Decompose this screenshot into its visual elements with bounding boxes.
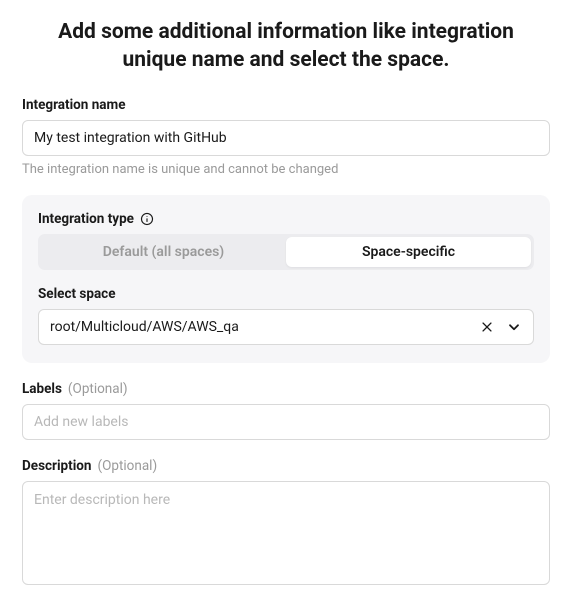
labels-label: Labels (Optional): [22, 381, 550, 397]
select-space-label: Select space: [38, 286, 534, 302]
segment-default-all-spaces[interactable]: Default (all spaces): [41, 237, 286, 267]
integration-type-panel: Integration type Default (all spaces) Sp…: [22, 195, 550, 363]
info-icon[interactable]: [140, 212, 154, 226]
description-label-text: Description: [22, 458, 91, 474]
page-heading: Add some additional information like int…: [22, 18, 550, 75]
description-optional: (Optional): [97, 458, 157, 474]
integration-type-label-text: Integration type: [38, 211, 134, 227]
integration-type-segmented: Default (all spaces) Space-specific: [38, 234, 534, 270]
close-icon[interactable]: [480, 320, 494, 334]
labels-section: Labels (Optional): [22, 381, 550, 440]
integration-name-help: The integration name is unique and canno…: [22, 162, 550, 177]
labels-optional: (Optional): [68, 381, 128, 397]
description-section: Description (Optional): [22, 458, 550, 589]
integration-type-label: Integration type: [38, 211, 534, 227]
labels-label-text: Labels: [22, 381, 62, 397]
description-label: Description (Optional): [22, 458, 550, 474]
select-space-value: root/Multicloud/AWS/AWS_qa: [50, 319, 480, 335]
integration-name-section: Integration name The integration name is…: [22, 97, 550, 177]
select-space-icons: [480, 319, 522, 335]
integration-name-input[interactable]: [22, 120, 550, 156]
labels-input[interactable]: [22, 404, 550, 440]
segment-space-specific[interactable]: Space-specific: [286, 237, 531, 267]
integration-name-label: Integration name: [22, 97, 550, 113]
description-textarea[interactable]: [22, 481, 550, 585]
select-space-combobox[interactable]: root/Multicloud/AWS/AWS_qa: [38, 309, 534, 345]
chevron-down-icon[interactable]: [506, 319, 522, 335]
